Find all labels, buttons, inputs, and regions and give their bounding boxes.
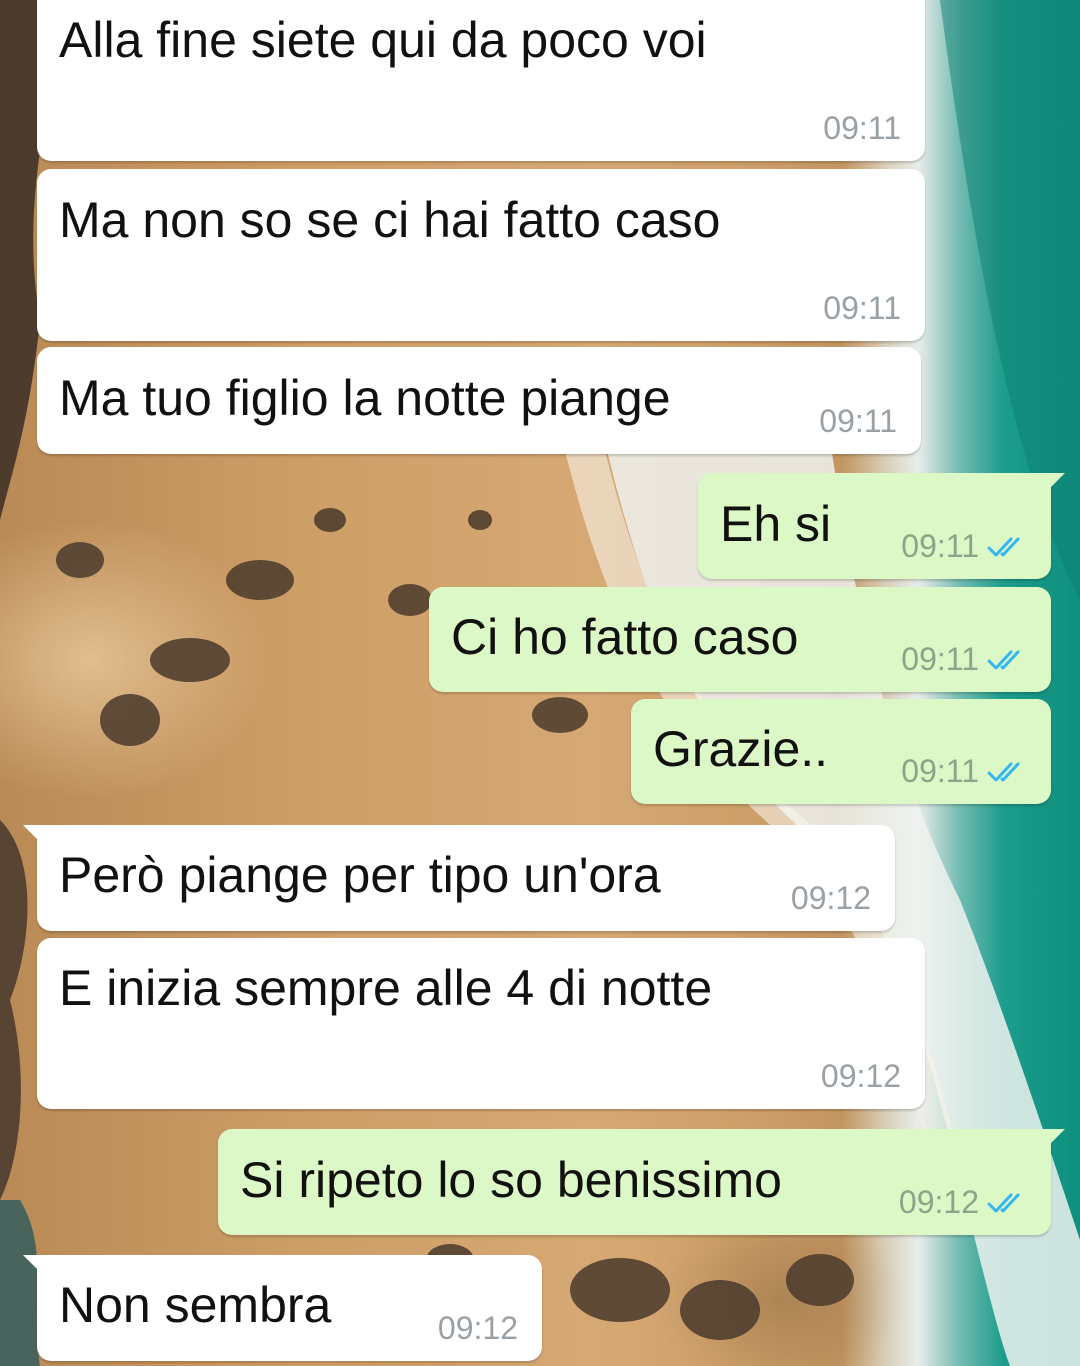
message-incoming[interactable]: Alla fine siete qui da poco voi 09:11: [37, 0, 925, 161]
message-text: Ci ho fatto caso: [451, 609, 799, 665]
double-check-icon: [987, 1193, 1020, 1212]
double-check-icon: [987, 650, 1020, 669]
message-text: Grazie..: [653, 721, 829, 777]
message-outgoing[interactable]: Si ripeto lo so benissimo 09:12: [218, 1129, 1065, 1235]
message-text: E inizia sempre alle 4 di notte: [59, 960, 713, 1016]
message-meta: 09:11: [901, 753, 1027, 790]
message-text: Alla fine siete qui da poco voi: [59, 12, 707, 68]
bubble-tail: [1043, 1129, 1065, 1151]
message-incoming[interactable]: Ma tuo figlio la notte piange 09:11: [37, 347, 921, 454]
message-text: Ma non so se ci hai fatto caso: [59, 192, 721, 248]
message-incoming[interactable]: Però piange per tipo un'ora 09:12: [23, 825, 895, 931]
message-incoming[interactable]: E inizia sempre alle 4 di notte 09:12: [37, 938, 925, 1109]
message-meta: 09:11: [901, 641, 1027, 678]
message-meta: 09:11: [901, 528, 1027, 565]
message-time: 09:11: [823, 110, 901, 146]
message-outgoing[interactable]: Grazie.. 09:11: [631, 699, 1051, 804]
message-time: 09:11: [819, 403, 897, 439]
message-text: Si ripeto lo so benissimo: [240, 1152, 782, 1208]
message-incoming[interactable]: Ma non so se ci hai fatto caso 09:11: [37, 169, 925, 341]
message-meta: 09:12: [821, 1058, 901, 1095]
message-incoming[interactable]: Non sembra 09:12: [23, 1255, 542, 1361]
chat-message-list[interactable]: Alla fine siete qui da poco voi 09:11 Ma…: [0, 0, 1080, 1366]
message-text: Eh si: [720, 496, 832, 552]
message-outgoing[interactable]: Ci ho fatto caso 09:11: [429, 587, 1051, 692]
message-outgoing[interactable]: Eh si 09:11: [698, 473, 1065, 579]
double-check-icon: [987, 762, 1020, 781]
message-meta: 09:12: [438, 1310, 518, 1347]
message-time: 09:12: [790, 880, 871, 916]
double-check-icon: [987, 537, 1020, 556]
bubble-tail: [1043, 473, 1065, 495]
bubble-tail: [23, 825, 45, 847]
message-time: 09:11: [823, 290, 901, 326]
message-meta: 09:12: [791, 880, 871, 917]
message-text: Ma tuo figlio la notte piange: [59, 370, 671, 426]
message-text: Però piange per tipo un'ora: [59, 847, 661, 903]
message-time: 09:12: [437, 1310, 518, 1346]
message-meta: 09:11: [823, 110, 901, 147]
bubble-tail: [23, 1255, 45, 1277]
message-meta: 09:12: [899, 1184, 1027, 1221]
message-time: 09:12: [820, 1058, 901, 1094]
message-text: Non sembra: [59, 1277, 332, 1333]
message-time: 09:12: [898, 1184, 979, 1220]
message-meta: 09:11: [823, 290, 901, 327]
message-time: 09:11: [901, 528, 979, 564]
message-time: 09:11: [901, 641, 979, 677]
message-time: 09:11: [901, 753, 979, 789]
message-meta: 09:11: [819, 403, 897, 440]
